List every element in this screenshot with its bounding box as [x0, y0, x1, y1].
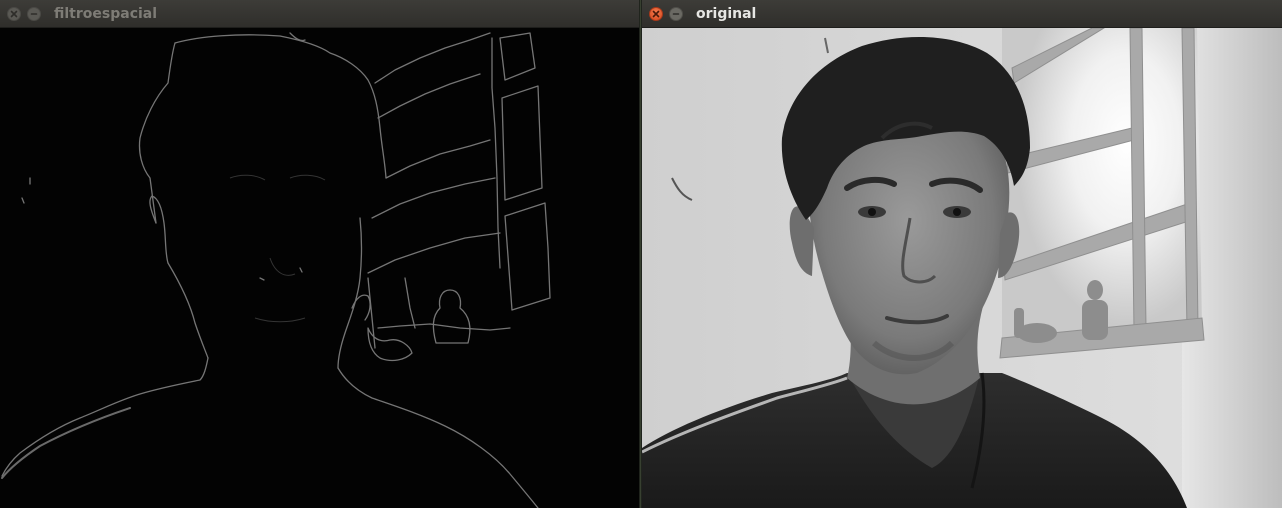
- titlebar-filtroespacial[interactable]: filtroespacial: [0, 0, 639, 28]
- minimize-icon[interactable]: [27, 7, 41, 21]
- window-title: original: [696, 6, 757, 22]
- titlebar-original[interactable]: original: [642, 0, 1282, 28]
- close-icon[interactable]: [649, 7, 663, 21]
- close-icon[interactable]: [7, 7, 21, 21]
- window-title: filtroespacial: [54, 6, 158, 22]
- window-filtroespacial[interactable]: filtroespacial: [0, 0, 639, 508]
- grayscale-webcam-image: [642, 28, 1282, 508]
- minimize-icon[interactable]: [669, 7, 683, 21]
- edge-filtered-webcam-image: [0, 28, 639, 508]
- filtered-image-canvas: [0, 28, 639, 508]
- original-image-canvas: [642, 28, 1282, 508]
- desktop: filtroespacial original: [0, 0, 1282, 508]
- window-original[interactable]: original: [642, 0, 1282, 508]
